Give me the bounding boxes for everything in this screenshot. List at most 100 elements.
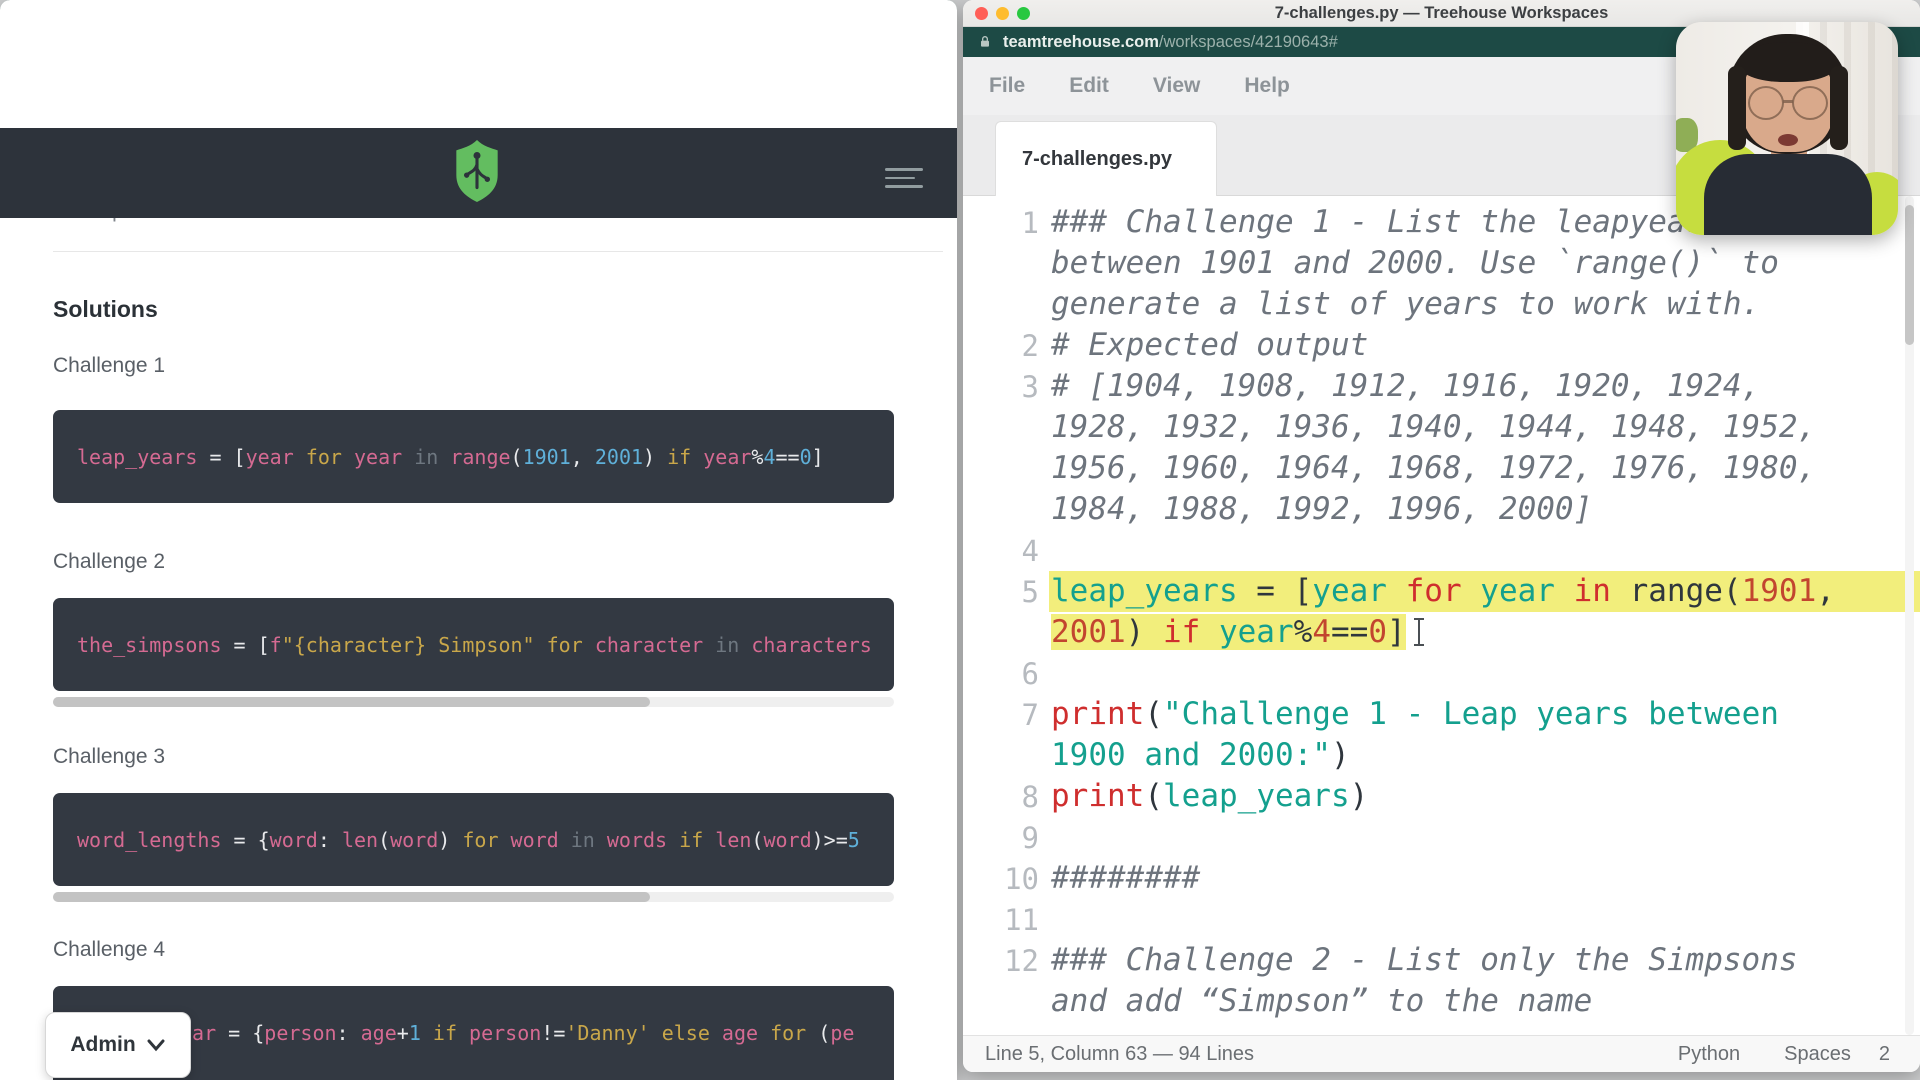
tab-filename: 7-challenges.py (1022, 148, 1172, 171)
code-token: year (703, 445, 751, 469)
editor-line-row[interactable]: 1928, 1932, 1936, 1940, 1944, 1948, 1952… (963, 407, 1920, 448)
editor-line-row[interactable]: 11 (963, 899, 1920, 940)
person-hair (1728, 66, 1746, 150)
editor-line-row[interactable]: 5leap_years = [year for year in range(19… (963, 571, 1920, 612)
challenge-3-code: word_lengths = {word: len(word) for word… (53, 793, 894, 886)
glasses-lens (1792, 86, 1828, 120)
code-token: person (264, 1021, 336, 1045)
challenge-3-hscrollbar[interactable] (53, 892, 894, 902)
code-token: for (294, 445, 354, 469)
editor-line-row[interactable]: 1984, 1988, 1992, 1996, 2000] (963, 489, 1920, 530)
code-token: ( (1144, 696, 1163, 732)
code-token: pe (830, 1021, 854, 1045)
editor-line-row[interactable]: 7print("Challenge 1 - Leap years between (963, 694, 1920, 735)
code-token: character (595, 633, 703, 657)
code-token: ### Challenge 1 - List the leapyears (1051, 204, 1723, 240)
code-token: 1901 (1742, 573, 1817, 609)
code-editor[interactable]: 1### Challenge 1 - List the leapyearsbet… (963, 196, 1920, 1035)
code-token: for (1387, 573, 1480, 609)
editor-line-row[interactable]: 10######## (963, 858, 1920, 899)
line-number: 11 (963, 903, 1049, 937)
editor-line-row[interactable]: 12### Challenge 2 - List only the Simpso… (963, 940, 1920, 981)
menu-help[interactable]: Help (1244, 74, 1290, 98)
admin-button[interactable]: Admin (45, 1012, 191, 1078)
challenge-2-hscrollbar[interactable] (53, 697, 894, 707)
editor-line-row[interactable]: 9 (963, 817, 1920, 858)
editor-line-row[interactable]: 1956, 1960, 1964, 1968, 1972, 1976, 1980… (963, 448, 1920, 489)
editor-line-row[interactable]: generate a list of years to work with. (963, 284, 1920, 325)
code-token: 5 (848, 828, 860, 852)
hscroll-thumb[interactable] (53, 892, 650, 902)
code-token: , (1816, 573, 1835, 609)
code-token: ] (812, 445, 824, 469)
code-line: 1984, 1988, 1992, 1996, 2000] (1049, 489, 1920, 530)
code-line: 2001) if year%4==0] (1049, 612, 1920, 653)
challenge-1-code: leap_years = [year for year in range(190… (53, 410, 894, 503)
code-token: != (541, 1021, 565, 1045)
code-token: = { (216, 1021, 264, 1045)
lock-icon (977, 33, 993, 51)
code-token: ( (1144, 778, 1163, 814)
code-token: word (270, 828, 318, 852)
editor-line-row[interactable]: and add “Simpson” to the name (963, 981, 1920, 1022)
code-token: 2001 (1051, 614, 1126, 650)
editor-line-row[interactable]: 4 (963, 530, 1920, 571)
line-number: 3 (963, 370, 1049, 404)
code-token: generate a list of years to work with. (1051, 286, 1760, 322)
code-token: = [ (222, 633, 270, 657)
editor-line-row[interactable]: 6 (963, 653, 1920, 694)
editor-line-row[interactable]: 8print(leap_years) (963, 776, 1920, 817)
cursor-position-status: Line 5, Column 63 — 94 Lines (985, 1043, 1254, 1066)
code-line: and add “Simpson” to the name (1049, 981, 1920, 1022)
code-token: words (607, 828, 667, 852)
hamburger-menu-icon[interactable] (885, 168, 923, 188)
code-token: 2001 (595, 445, 643, 469)
code-token: 1956, 1960, 1964, 1968, 1972, 1976, 1980… (1051, 450, 1816, 486)
code-token: print (1051, 778, 1144, 814)
code-token: print (1051, 696, 1144, 732)
code-line: generate a list of years to work with. (1049, 284, 1920, 325)
editor-vscrollbar[interactable] (1905, 196, 1914, 1035)
editor-line-row[interactable]: between 1901 and 2000. Use `range()` to (963, 243, 1920, 284)
code-token: year (246, 445, 294, 469)
code-token: ( (378, 828, 390, 852)
editor-line-row[interactable]: 3# [1904, 1908, 1912, 1916, 1920, 1924, (963, 366, 1920, 407)
tab-7-challenges[interactable]: 7-challenges.py (995, 121, 1217, 197)
code-token: the_simpsons (77, 633, 222, 657)
divider (53, 251, 943, 252)
code-token: 1928, 1932, 1936, 1940, 1944, 1948, 1952… (1051, 409, 1816, 445)
code-token: # [1904, 1908, 1912, 1916, 1920, 1924, (1051, 368, 1760, 404)
glasses-lens (1748, 86, 1784, 120)
hscroll-thumb[interactable] (53, 697, 650, 707)
menu-file[interactable]: File (989, 74, 1025, 98)
code-token: 4 (763, 445, 775, 469)
url-path: /workspaces/42190643# (1159, 33, 1338, 51)
line-number: 5 (963, 575, 1049, 609)
treehouse-logo-icon[interactable] (452, 140, 502, 202)
code-token: ### Challenge 2 - List only the Simpsons (1051, 942, 1798, 978)
code-token: age (722, 1021, 758, 1045)
menu-edit[interactable]: Edit (1069, 74, 1109, 98)
code-token: 1901 (523, 445, 571, 469)
code-token: ) (1331, 737, 1350, 773)
vscroll-thumb[interactable] (1905, 205, 1914, 345)
editor-line-row[interactable]: 1900 and 2000:") (963, 735, 1920, 776)
code-token: word_lengths (77, 828, 222, 852)
code-line: print(leap_years) (1049, 776, 1920, 817)
code-token: word (511, 828, 559, 852)
code-token: ) (438, 828, 462, 852)
indent-value[interactable]: 2 (1879, 1043, 1890, 1066)
indent-label[interactable]: Spaces (1784, 1043, 1851, 1066)
menu-view[interactable]: View (1153, 74, 1200, 98)
code-token: year (1219, 614, 1294, 650)
editor-line-row[interactable]: 2001) if year%4==0] (963, 612, 1920, 653)
language-mode[interactable]: Python (1678, 1043, 1740, 1066)
code-token: word (763, 828, 811, 852)
line-number: 6 (963, 657, 1049, 691)
code-token: f (270, 633, 282, 657)
code-line: ### Challenge 2 - List only the Simpsons (1049, 940, 1920, 981)
code-token: characters (751, 633, 871, 657)
challenge-4-label: Challenge 4 (53, 938, 165, 962)
person-hair (1830, 66, 1848, 150)
editor-line-row[interactable]: 2# Expected output (963, 325, 1920, 366)
